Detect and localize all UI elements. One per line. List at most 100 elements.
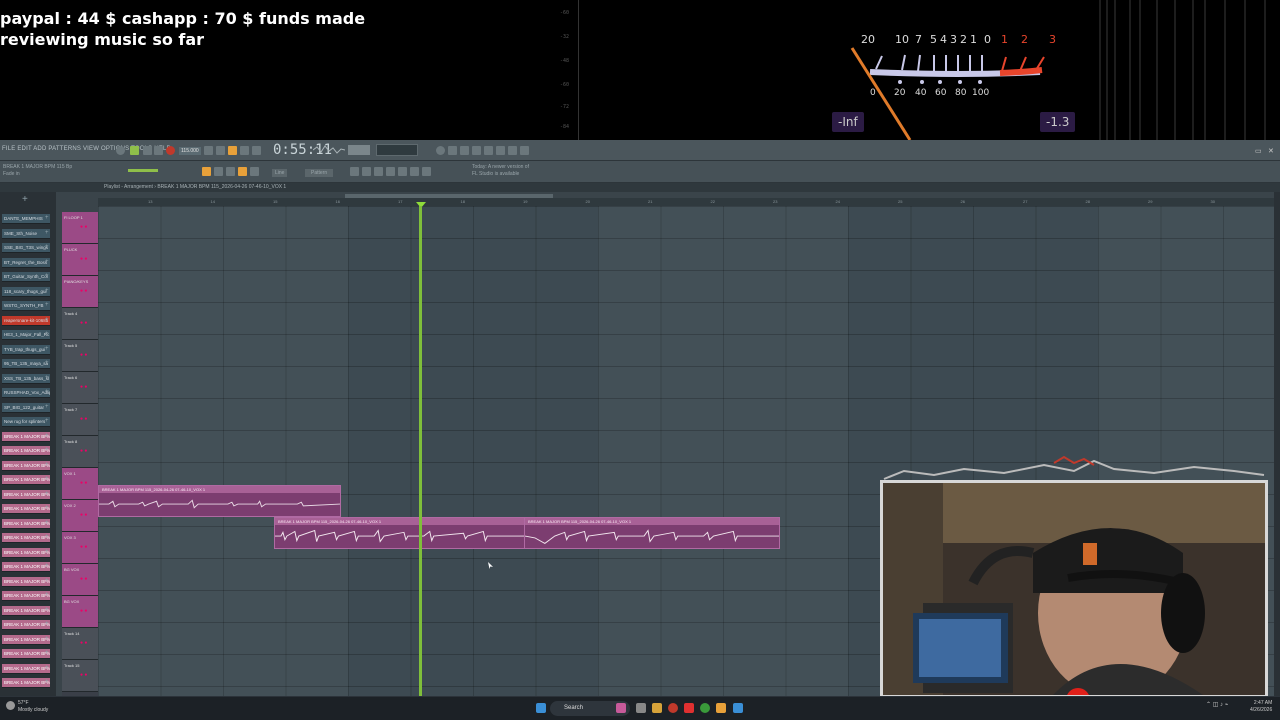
browser-item-add-icon[interactable]: + xyxy=(45,679,49,685)
browser-item-add-icon[interactable]: + xyxy=(45,578,49,584)
start-icon[interactable] xyxy=(536,703,546,713)
browser-item-add-icon[interactable]: + xyxy=(45,433,49,439)
playlist-view-icon[interactable] xyxy=(410,167,419,176)
track-mute-icon[interactable]: ● ● xyxy=(80,416,87,422)
track-header[interactable]: BG VOX ● ● xyxy=(62,596,98,628)
track-mute-icon[interactable]: ● ● xyxy=(80,448,87,454)
mixer-icon[interactable] xyxy=(436,146,445,155)
browser-item-add-icon[interactable]: + xyxy=(45,491,49,497)
browser-item[interactable]: BREAK 1 MAJOR BPM 115 xyxy=(2,678,50,688)
browser-item-add-icon[interactable]: + xyxy=(45,418,49,424)
browser-item-add-icon[interactable]: + xyxy=(45,215,49,221)
browser-item[interactable]: SME_Sth_Noise xyxy=(2,228,50,239)
track-mute-icon[interactable]: ● ● xyxy=(80,512,87,518)
file-explorer-icon[interactable] xyxy=(652,703,662,713)
pitch-slider[interactable] xyxy=(128,169,158,172)
browser-item-add-icon[interactable]: + xyxy=(45,505,49,511)
browser-item[interactable]: BREAK 1 MAJOR BPM 115 xyxy=(2,504,50,514)
track-header[interactable]: Track 6 ● ● xyxy=(62,372,98,404)
tempo-display[interactable]: 115.000 xyxy=(179,147,201,155)
browser-item[interactable]: BREAK 1 MAJOR BPM 115 xyxy=(2,475,50,485)
pause-button[interactable] xyxy=(143,146,152,155)
track-header[interactable]: VOX 1 ● ● xyxy=(62,468,98,500)
browser-item[interactable]: TYB_trap_thugs_gui xyxy=(2,344,50,355)
track-header[interactable]: VOX 3 ● ● xyxy=(62,532,98,564)
track-mute-icon[interactable]: ● ● xyxy=(80,608,87,614)
browser-item[interactable]: BT_Regret_the_Boss xyxy=(2,257,50,268)
browser-item-add-icon[interactable]: + xyxy=(45,346,49,352)
browser-item-add-icon[interactable]: + xyxy=(45,592,49,598)
browser-item[interactable]: BREAK 1 MAJOR BPM 115 xyxy=(2,576,50,587)
select-tool-icon[interactable] xyxy=(250,167,259,176)
master-volume[interactable] xyxy=(348,145,370,155)
browser-item[interactable]: DANTE_MEMPHIS xyxy=(2,214,50,224)
audio-clip[interactable]: BREAK 1 MAJOR BPM 115_2026-04-26 07-46-1… xyxy=(98,485,341,517)
snap-icon[interactable] xyxy=(202,167,211,176)
metronome-icon[interactable] xyxy=(204,146,213,155)
playlist-icon[interactable] xyxy=(484,146,493,155)
close-icon[interactable]: ✕ xyxy=(1268,147,1274,155)
browser-item[interactable]: BREAK 1 MAJOR BPM 115 xyxy=(2,547,50,558)
track-header[interactable]: VOX 2 ● ● xyxy=(62,500,98,532)
browser-item[interactable]: New rug for splinters xyxy=(2,417,50,427)
browser-item-add-icon[interactable]: + xyxy=(45,462,49,468)
track-mute-icon[interactable]: ● ● xyxy=(80,544,87,550)
roll-view-icon[interactable] xyxy=(386,167,395,176)
browser-item[interactable]: BREAK 1 MAJOR BPM 115 xyxy=(2,649,50,659)
browser-item-add-icon[interactable]: + xyxy=(45,607,49,613)
browser-item-add-icon[interactable]: + xyxy=(45,259,49,265)
browser-view-icon[interactable] xyxy=(398,167,407,176)
fl-studio-icon[interactable] xyxy=(716,703,726,713)
browser-item-add-icon[interactable]: + xyxy=(45,447,49,453)
chrome-icon[interactable] xyxy=(668,703,678,713)
minimize-icon[interactable]: ▭ xyxy=(1255,147,1262,155)
snap-select[interactable]: Line xyxy=(272,169,288,177)
browser-item[interactable]: BREAK 1 MAJOR BPM 115 xyxy=(2,518,50,529)
track-header[interactable]: BG VOX ● ● xyxy=(62,564,98,596)
track-header[interactable]: Track 14 ● ● xyxy=(62,628,98,660)
track-header[interactable]: Track 4 ● ● xyxy=(62,308,98,340)
browser-item-add-icon[interactable]: + xyxy=(45,549,49,555)
browser-app-icon[interactable] xyxy=(700,703,710,713)
browser-item[interactable]: RUSSPHAD_Vox_Adlip xyxy=(2,388,50,398)
weather-icon[interactable] xyxy=(6,701,15,710)
browser-item-add-icon[interactable]: + xyxy=(45,288,49,294)
browser-item[interactable]: BREAK 1 MAJOR BPM 115 xyxy=(2,489,50,500)
browser-item-add-icon[interactable]: + xyxy=(45,244,49,250)
browser-item-add-icon[interactable]: + xyxy=(45,404,49,410)
track-header[interactable]: Track 5 ● ● xyxy=(62,340,98,372)
audio-clip[interactable]: BREAK 1 MAJOR BPM 115_2026-04-26 07-46-1… xyxy=(524,517,780,549)
browser-item-add-icon[interactable]: + xyxy=(45,389,49,395)
track-mute-icon[interactable]: ● ● xyxy=(80,352,87,358)
browser-item[interactable]: BT_Guitar_Synth_Col xyxy=(2,272,50,282)
browser-item[interactable]: BREAK 1 MAJOR BPM 115 xyxy=(2,562,50,572)
vertical-scrollbar[interactable] xyxy=(1274,192,1280,696)
browser-item-add-icon[interactable]: + xyxy=(45,534,49,540)
track-header[interactable]: Track 15 ● ● xyxy=(62,660,98,692)
widgets-icon[interactable] xyxy=(636,703,646,713)
browser-item-add-icon[interactable]: + xyxy=(45,317,49,323)
play-button[interactable] xyxy=(130,146,139,155)
browser-item[interactable]: BREAK 1 MAJOR BPM 115 xyxy=(2,460,50,471)
add-pattern-icon[interactable] xyxy=(350,167,359,176)
track-mute-icon[interactable]: ● ● xyxy=(80,576,87,582)
track-header[interactable]: Track 8 ● ● xyxy=(62,436,98,468)
browser-item-add-icon[interactable]: + xyxy=(45,230,49,236)
add-folder-icon[interactable]: + xyxy=(22,194,28,205)
settings-icon[interactable] xyxy=(520,146,529,155)
track-mute-icon[interactable]: ● ● xyxy=(80,384,87,390)
track-mute-icon[interactable]: ● ● xyxy=(80,640,87,646)
browser-item[interactable]: 95_TB_135_maya_sa xyxy=(2,359,50,369)
browser-item[interactable]: BREAK 1 MAJOR BPM 115 xyxy=(2,605,50,616)
browser-item-add-icon[interactable]: + xyxy=(45,331,49,337)
clock[interactable]: 2:47 AM 4/26/2026 xyxy=(1250,700,1272,714)
help-icon[interactable] xyxy=(508,146,517,155)
browser-item[interactable]: SSE_BIG_T3S_wings xyxy=(2,243,50,253)
piano-roll-icon[interactable] xyxy=(460,146,469,155)
browser-item-add-icon[interactable]: + xyxy=(45,520,49,526)
plugin-icon[interactable] xyxy=(496,146,505,155)
plugin-view-icon[interactable] xyxy=(422,167,431,176)
browser-item-add-icon[interactable]: + xyxy=(45,621,49,627)
track-mute-icon[interactable]: ● ● xyxy=(80,672,87,678)
taskview-icon[interactable] xyxy=(616,703,626,713)
